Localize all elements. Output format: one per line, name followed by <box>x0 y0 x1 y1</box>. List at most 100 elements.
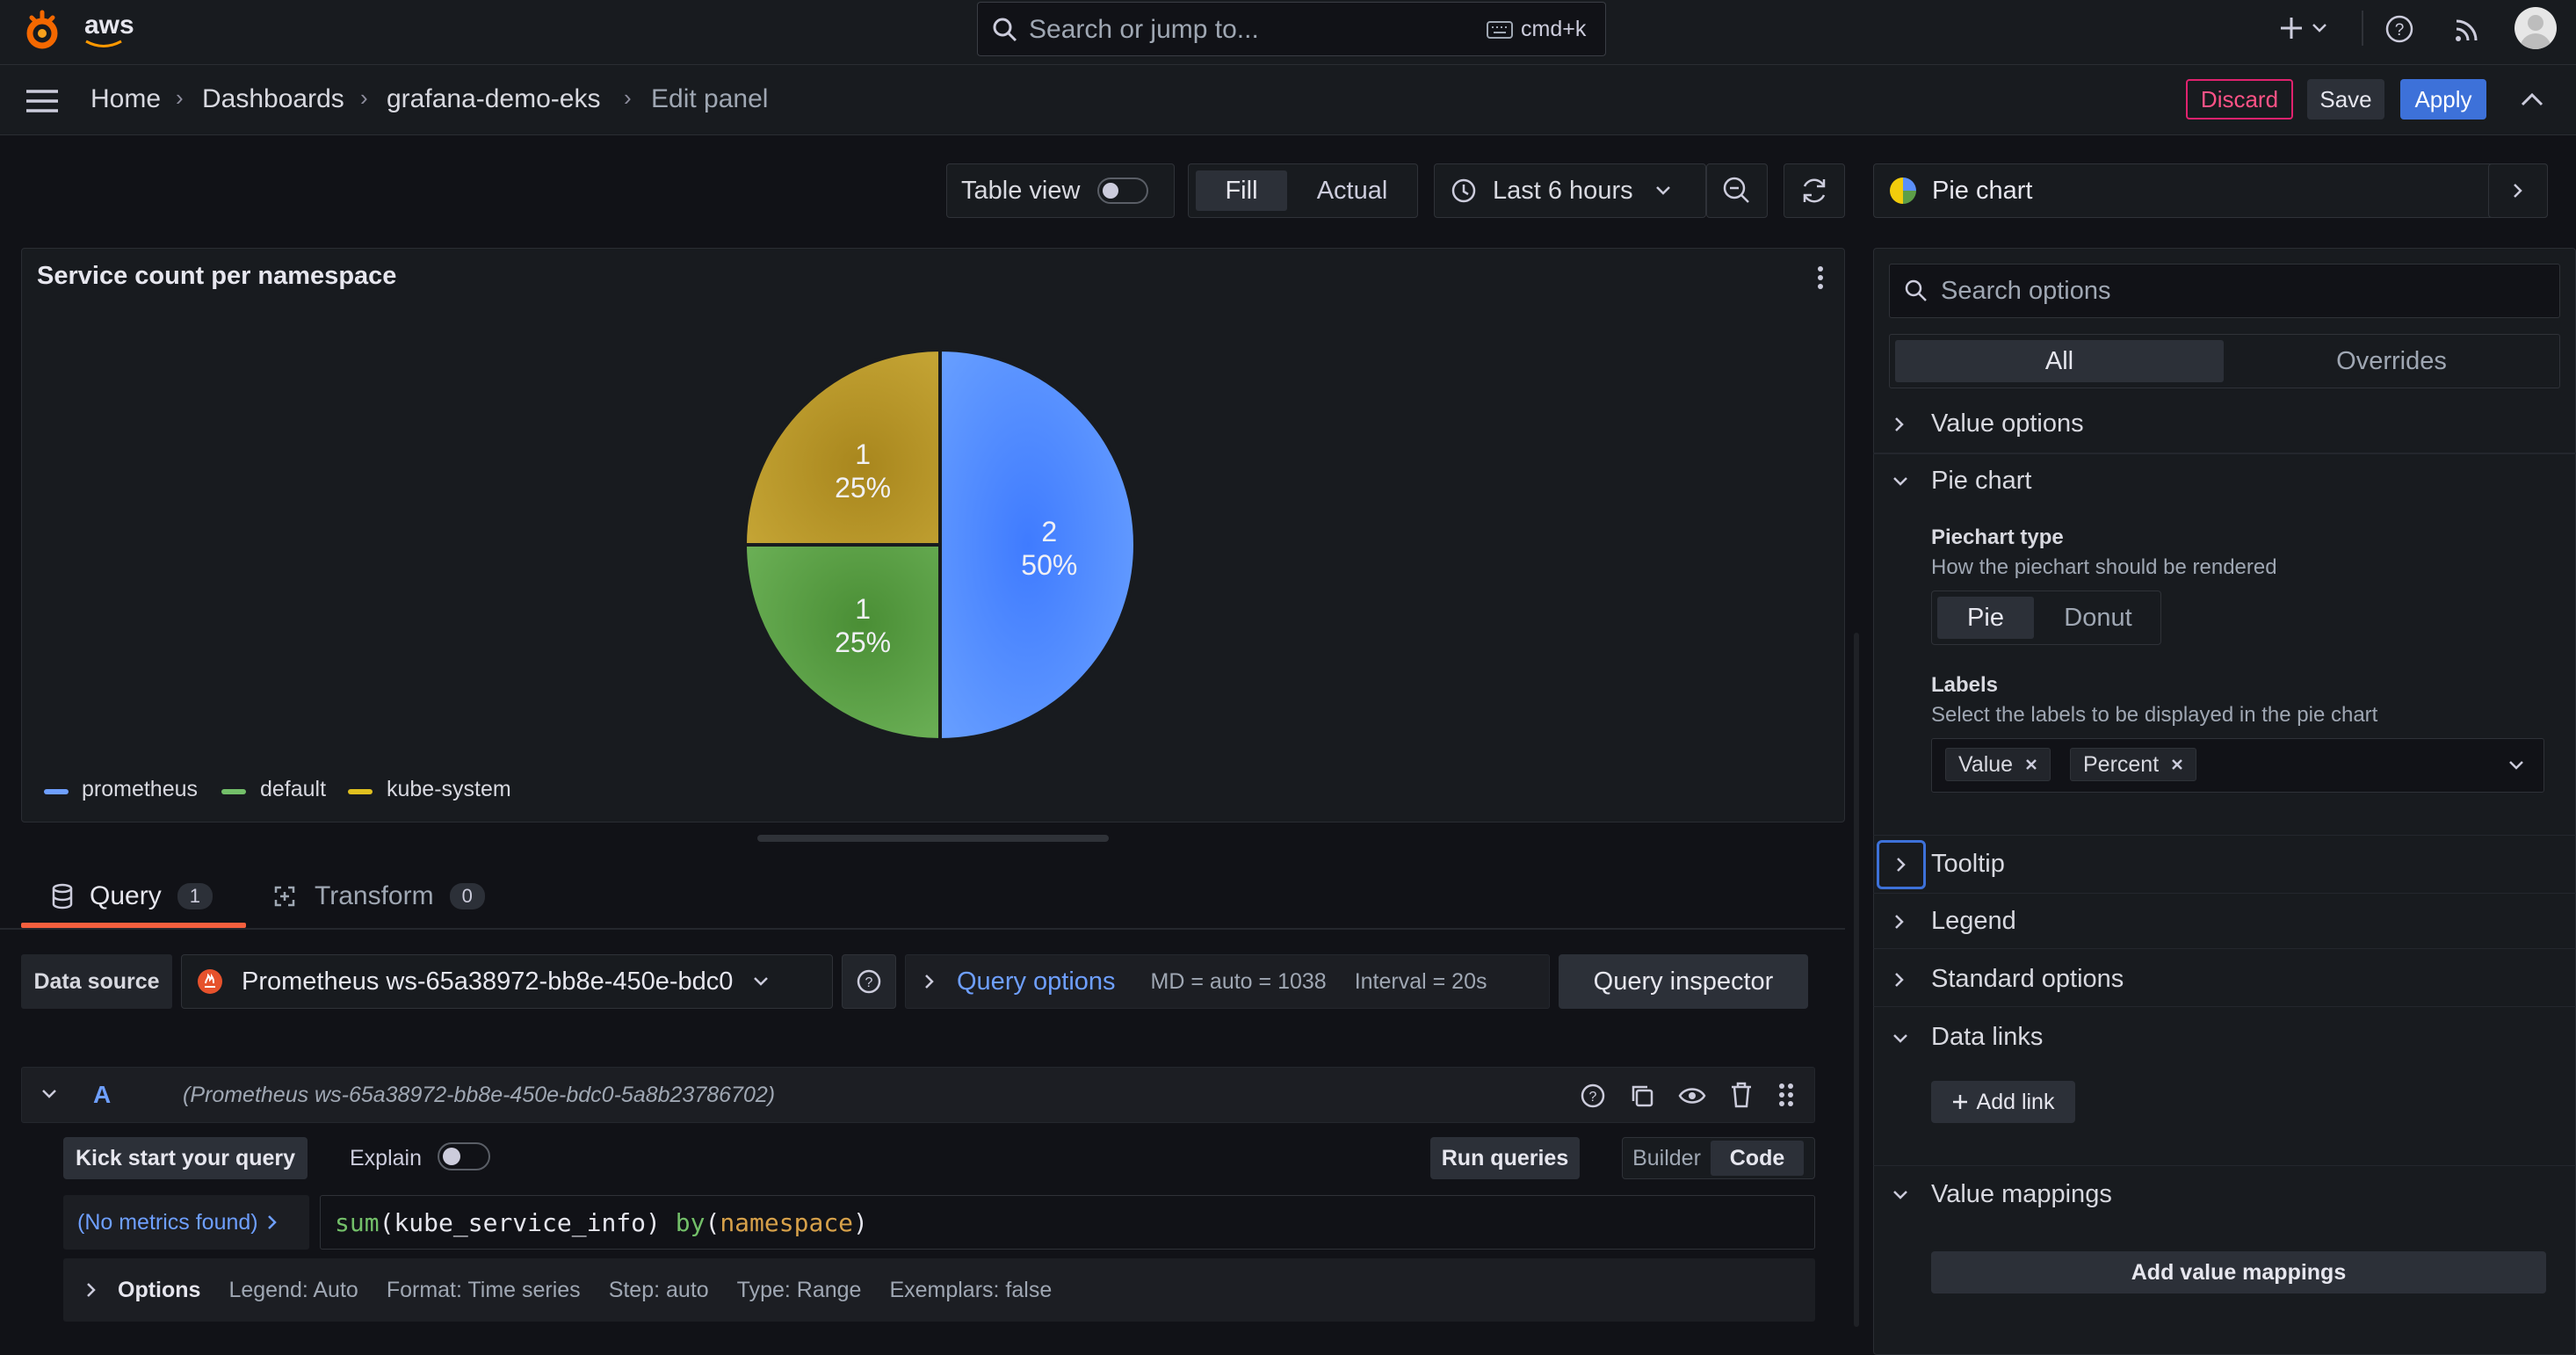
kick-start-button[interactable]: Kick start your query <box>63 1137 308 1179</box>
avatar[interactable] <box>2514 7 2557 49</box>
rss-icon[interactable] <box>2453 16 2481 44</box>
search-bar[interactable]: Search or jump to... cmd+k <box>977 2 1606 56</box>
help-icon[interactable]: ? <box>1580 1083 1606 1109</box>
visualization-picker[interactable]: Pie chart <box>1873 163 2548 218</box>
options-search[interactable]: Search options <box>1889 264 2560 318</box>
legend-item-prometheus[interactable]: prometheus <box>82 777 198 802</box>
panel-menu-icon[interactable] <box>1812 264 1829 292</box>
pie-percent-label: 25% <box>835 627 891 658</box>
code-button[interactable]: Code <box>1711 1141 1804 1176</box>
discard-button[interactable]: Discard <box>2186 79 2293 120</box>
plus-icon[interactable] <box>2277 14 2305 42</box>
section-data-links-title[interactable]: Data links <box>1931 1023 2043 1052</box>
run-queries-button[interactable]: Run queries <box>1430 1137 1580 1179</box>
builder-button[interactable]: Builder <box>1623 1141 1711 1176</box>
section-pie-chart-title[interactable]: Pie chart <box>1931 467 2031 496</box>
aws-brand: aws <box>84 11 134 40</box>
menu-icon[interactable] <box>25 88 60 114</box>
divider <box>1873 453 2576 454</box>
builder-code-toggle: Builder Code <box>1622 1137 1815 1179</box>
panel-resize-handle[interactable] <box>757 835 1109 842</box>
expr-by: by <box>675 1207 706 1237</box>
query-options-link[interactable]: Query options <box>957 967 1116 996</box>
duplicate-icon[interactable] <box>1629 1083 1655 1109</box>
chevron-up-icon[interactable] <box>2520 90 2544 109</box>
close-icon[interactable] <box>2171 758 2183 771</box>
tab-all[interactable]: All <box>1895 340 2224 382</box>
fill-actual-group: Fill Actual <box>1188 163 1418 218</box>
explain-label: Explain <box>350 1146 422 1170</box>
options-label: Options <box>118 1277 201 1302</box>
close-icon[interactable] <box>2025 758 2037 771</box>
svg-text:?: ? <box>2395 21 2405 40</box>
exemplars-option: Exemplars: false <box>889 1277 1053 1302</box>
add-value-mappings-button[interactable]: Add value mappings <box>1931 1251 2546 1293</box>
query-md: MD = auto = 1038 <box>1150 968 1327 994</box>
save-button[interactable]: Save <box>2307 79 2384 120</box>
breadcrumb-dashboards[interactable]: Dashboards <box>202 84 344 114</box>
metrics-browser[interactable]: (No metrics found) <box>63 1195 309 1250</box>
table-view-toggle[interactable]: Table view <box>946 163 1175 218</box>
format-option: Format: Time series <box>386 1277 581 1302</box>
toggle-switch[interactable] <box>1097 178 1149 204</box>
legend-item-default[interactable]: default <box>260 777 326 802</box>
help-icon[interactable]: ? <box>2384 14 2414 44</box>
keyboard-icon <box>1487 21 1513 39</box>
trash-icon[interactable] <box>1729 1081 1754 1109</box>
chevron-right-icon[interactable] <box>1894 972 1905 988</box>
section-tooltip-title[interactable]: Tooltip <box>1931 850 2005 879</box>
plus-icon <box>1952 1095 1967 1109</box>
collapse-options-button[interactable] <box>2488 163 2548 218</box>
drag-handle-icon[interactable] <box>1776 1081 1796 1109</box>
time-picker[interactable]: Last 6 hours <box>1434 163 1706 218</box>
section-value-mappings-title[interactable]: Value mappings <box>1931 1180 2112 1209</box>
tab-overrides[interactable]: Overrides <box>2227 340 2556 382</box>
chevron-down-icon[interactable] <box>40 1088 58 1100</box>
zoom-out-icon <box>1723 177 1749 203</box>
apply-button[interactable]: Apply <box>2400 79 2486 120</box>
legend-swatch-prometheus <box>44 789 69 794</box>
legend-item-kube-system[interactable]: kube-system <box>387 777 511 802</box>
chevron-down-icon[interactable] <box>2311 21 2328 35</box>
chevron-down-icon[interactable] <box>1892 1190 1908 1200</box>
eye-icon[interactable] <box>1678 1084 1706 1107</box>
chevron-down-icon[interactable] <box>1892 1033 1908 1044</box>
visualization-name: Pie chart <box>1932 176 2033 205</box>
refresh-button[interactable] <box>1784 163 1845 218</box>
chevron-right-icon[interactable] <box>1894 417 1905 432</box>
pie-option[interactable]: Pie <box>1937 597 2034 639</box>
query-options-bar[interactable]: Query options MD = auto = 1038 Interval … <box>905 954 1550 1009</box>
donut-option[interactable]: Donut <box>2041 597 2155 639</box>
grafana-logo-icon[interactable] <box>19 9 65 54</box>
actual-button[interactable]: Actual <box>1298 170 1407 211</box>
top-bar: aws Search or jump to... cmd+k ? <box>0 0 2576 65</box>
pie-slice-prometheus[interactable] <box>938 347 1137 743</box>
divider <box>1873 835 2576 836</box>
chevron-down-icon[interactable] <box>2507 759 2525 772</box>
tab-query[interactable]: Query 1 <box>21 872 246 921</box>
datasource-help-button[interactable]: ? <box>842 954 896 1009</box>
query-options-row[interactable]: Options Legend: Auto Format: Time series… <box>63 1258 1815 1322</box>
datasource-picker[interactable]: Prometheus ws-65a38972-bb8e-450e-bdc0 <box>181 954 833 1009</box>
breadcrumb-dashboard[interactable]: grafana-demo-eks <box>387 84 600 114</box>
pie-slice-kube-system[interactable] <box>742 347 942 547</box>
query-interval: Interval = 20s <box>1354 968 1487 994</box>
fill-button[interactable]: Fill <box>1196 170 1287 211</box>
editor-scrollbar[interactable] <box>1854 633 1859 1327</box>
explain-toggle[interactable] <box>438 1142 490 1170</box>
label-tag-percent: Percent <box>2070 748 2197 781</box>
legend-swatch-kube-system <box>348 789 373 794</box>
add-link-button[interactable]: Add link <box>1931 1081 2075 1123</box>
chevron-down-icon[interactable] <box>1892 476 1908 487</box>
breadcrumb-home[interactable]: Home <box>90 84 161 114</box>
tab-transform[interactable]: Transform 0 <box>272 872 501 921</box>
query-inspector-button[interactable]: Query inspector <box>1559 954 1808 1009</box>
query-expression-input[interactable]: sum(kube_service_info) by(namespace) <box>320 1195 1815 1250</box>
chevron-right-icon <box>267 1215 277 1229</box>
step-option: Step: auto <box>608 1277 709 1302</box>
zoom-out-button[interactable] <box>1706 163 1768 218</box>
help-icon: ? <box>857 969 881 994</box>
query-row-letter[interactable]: A <box>93 1081 111 1109</box>
chevron-right-icon[interactable] <box>1894 914 1905 930</box>
tooltip-expand-button[interactable] <box>1877 840 1926 889</box>
